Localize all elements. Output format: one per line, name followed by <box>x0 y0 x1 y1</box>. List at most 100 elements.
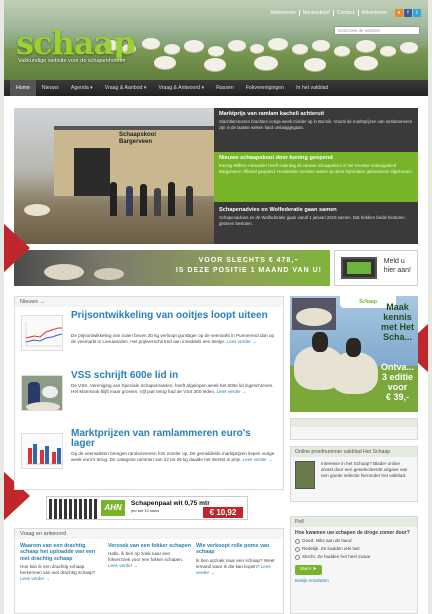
sidebar-widget-proefnummer: Online proefnummer vakblad Het Schaap In… <box>290 446 418 502</box>
vraag-item-title[interactable]: Wie verkoopt rolle poms van schaap <box>196 543 280 556</box>
radio-button[interactable] <box>295 554 300 560</box>
nav-item-fokverenigingen[interactable]: Fokverenigingen <box>240 80 290 96</box>
site-logo[interactable]: schaap <box>16 24 136 62</box>
vraag-item-title[interactable]: Verzoek van een fokker schapen <box>108 543 192 549</box>
top-links: Adverteren Nieuwsbrief Contact Advertere… <box>267 10 390 16</box>
sheep-image <box>184 40 204 52</box>
sheep-image <box>228 40 246 51</box>
ad-vakblad-schaap[interactable]: Schaap Maak kennis met Het Scha... Ontva… <box>290 296 418 412</box>
nav-item-rassen[interactable]: Rassen <box>210 80 240 96</box>
ad-banner-signup[interactable]: Meld u hier aan! <box>334 250 418 286</box>
twitter-icon[interactable]: t <box>413 9 421 17</box>
widget-header <box>291 419 417 427</box>
sheep-image <box>356 40 376 52</box>
poll-option[interactable]: Goed. Niks aan de hand <box>295 538 413 544</box>
read-more-link[interactable]: Lees verder → <box>216 389 246 394</box>
news-item[interactable]: Marktprijzen van ramlammeren euro's lage… <box>21 429 277 485</box>
ad-ahn-schapenpaal[interactable]: AHN Schapenpaal wit 0,75 mtr per set 10 … <box>46 496 248 520</box>
sheep-image <box>380 46 396 56</box>
proef-heading[interactable]: Online proefnummer vakblad Het Schaap <box>291 447 417 457</box>
sheep-image <box>312 40 330 51</box>
ahn-subtitle: per set 10 stuks <box>131 508 160 513</box>
sheep-image <box>400 42 418 53</box>
sheep-image <box>208 46 224 56</box>
featured-item-title: Schapenadvies en Wolfederatie gaan samen <box>219 207 337 213</box>
news-item-title[interactable]: Marktprijzen van ramlammeren euro's lage… <box>71 429 277 449</box>
arrow-right-icon: ➤ <box>312 567 317 572</box>
read-more-link[interactable]: Lees verder → <box>20 576 50 581</box>
search-input[interactable]: Doorzoek de website <box>334 26 420 35</box>
vraag-item[interactable]: Wie verkoopt rolle poms van schaap Ik be… <box>196 543 280 576</box>
featured-item-text: Koning Willem-Alexander heeft zaterdag d… <box>219 163 413 174</box>
nav-item-vraag-aanbod[interactable]: Vraag & Aanbod ▾ <box>99 80 153 96</box>
nav-item-agenda[interactable]: Agenda ▾ <box>65 80 99 96</box>
bar-chart-icon <box>26 444 62 465</box>
ad-banner-line1: VOOR SLECHTS € 478,– <box>198 257 300 264</box>
ad-headline: Maak kennis met Het Scha... <box>380 302 414 342</box>
sheep-image <box>204 58 226 71</box>
facebook-icon[interactable]: f <box>404 9 412 17</box>
red-arrow-icon <box>4 222 30 274</box>
featured-photo[interactable]: Schaapskooi Bargerveen <box>14 108 214 244</box>
sheep-image <box>334 46 350 56</box>
news-item[interactable]: Prijsontwikkeling van ooitjes loopt uite… <box>21 311 277 367</box>
sheep-image <box>250 44 264 53</box>
ad-banner-wide[interactable]: VOOR SLECHTS € 478,– IS DEZE POSITIE 1 M… <box>14 250 330 286</box>
read-more-link[interactable]: Lees verder → <box>227 339 257 344</box>
news-item-text: De VSS, Vereniging van Speciale Schapenr… <box>71 383 274 394</box>
poll-heading: Poll <box>291 517 417 527</box>
rss-icon[interactable]: ● <box>395 9 403 17</box>
person-figure <box>168 182 175 216</box>
nav-item-vakblad[interactable]: In het vakblad <box>290 80 334 96</box>
nav-item-nieuws[interactable]: Nieuws <box>36 80 65 96</box>
news-item[interactable]: VSS schrijft 600e lid in De VSS, Verenig… <box>21 371 277 427</box>
nav-item-vraag-antwoord[interactable]: Vraag & Antwoord ▾ <box>152 80 210 96</box>
news-item-text: De prijsontwikkeling van ooien boven 30 … <box>71 333 275 344</box>
top-link-adverteren-2[interactable]: Adverteren <box>359 10 390 16</box>
site-header: Adverteren Nieuwsbrief Contact Advertere… <box>4 0 428 80</box>
ahn-logo: AHN <box>101 500 125 516</box>
poll-results-link[interactable]: Bekijk resultaten <box>295 578 413 584</box>
vraag-item[interactable]: Waarom van een drachtig schaap het uploa… <box>20 543 104 582</box>
main-nav: Home Nieuws Agenda ▾ Vraag & Aanbod ▾ Vr… <box>4 80 428 96</box>
featured-item[interactable]: Schapenadvies en Wolfederatie gaan samen… <box>214 204 418 244</box>
featured-item[interactable]: Marktprijs van ramlam kacheli achteruit … <box>214 108 418 150</box>
news-heading[interactable]: Nieuws → <box>15 297 283 307</box>
sheep-image <box>44 264 84 280</box>
social-links: ● f t <box>395 9 421 17</box>
news-item-title[interactable]: Prijsontwikkeling van ooitjes loopt uite… <box>71 311 277 321</box>
top-link-adverteren[interactable]: Adverteren <box>267 10 300 16</box>
ahn-price: € 10,92 <box>203 507 243 518</box>
person-figure <box>110 182 117 216</box>
vraag-heading[interactable]: Vraag en antwoord <box>15 529 283 539</box>
sidebar-widget-poll: Poll Hoe kwamen uw schapen de droge zome… <box>290 516 418 614</box>
read-more-link[interactable]: Lees verder → <box>108 563 138 568</box>
news-item-text: Op de veemarkten brengen ramlammeren for… <box>71 451 275 462</box>
nav-item-home[interactable]: Home <box>10 80 36 96</box>
vraag-antwoord-section: Vraag en antwoord Waarom van een drachti… <box>14 528 284 614</box>
sheep-image <box>154 56 176 69</box>
signup-text: Meld u hier aan! <box>384 257 411 275</box>
top-link-contact[interactable]: Contact <box>334 10 359 16</box>
sheep-head <box>346 338 361 357</box>
vraag-item-text: Ik ben opzoek naar een schaap? Weet iema… <box>196 557 275 575</box>
top-link-nieuwsbrief[interactable]: Nieuwsbrief <box>300 10 334 16</box>
vraag-item-title[interactable]: Waarom van een drachtig schaap het uploa… <box>20 543 104 562</box>
radio-button[interactable] <box>295 546 300 552</box>
vraag-item[interactable]: Verzoek van een fokker schapen Hallo, ik… <box>108 543 192 569</box>
radio-button[interactable] <box>295 538 300 544</box>
sheep-image <box>24 204 50 216</box>
magazine-cover-image <box>292 298 336 330</box>
news-section: Nieuws → Prijsontwikkeling van ooitjes l… <box>14 296 284 490</box>
sheep-head <box>312 332 328 352</box>
read-more-link[interactable]: Lees verder → <box>242 457 272 462</box>
poll-option[interactable]: Redelijk. Ze hadden iets last <box>295 546 413 552</box>
magazine-cover-image[interactable] <box>295 461 315 489</box>
featured-item-active[interactable]: Nieuwe schaapskooi door koning geopend K… <box>214 152 418 202</box>
fence-posts-image <box>49 499 99 519</box>
news-item-title[interactable]: VSS schrijft 600e lid in <box>71 371 277 381</box>
news-thumb-chart <box>21 315 63 351</box>
poll-option[interactable]: Slecht. Ze hadden het heel zwaar <box>295 554 413 560</box>
sheep-image <box>304 58 326 71</box>
poll-vote-button[interactable]: Stem ➤ <box>295 565 322 575</box>
